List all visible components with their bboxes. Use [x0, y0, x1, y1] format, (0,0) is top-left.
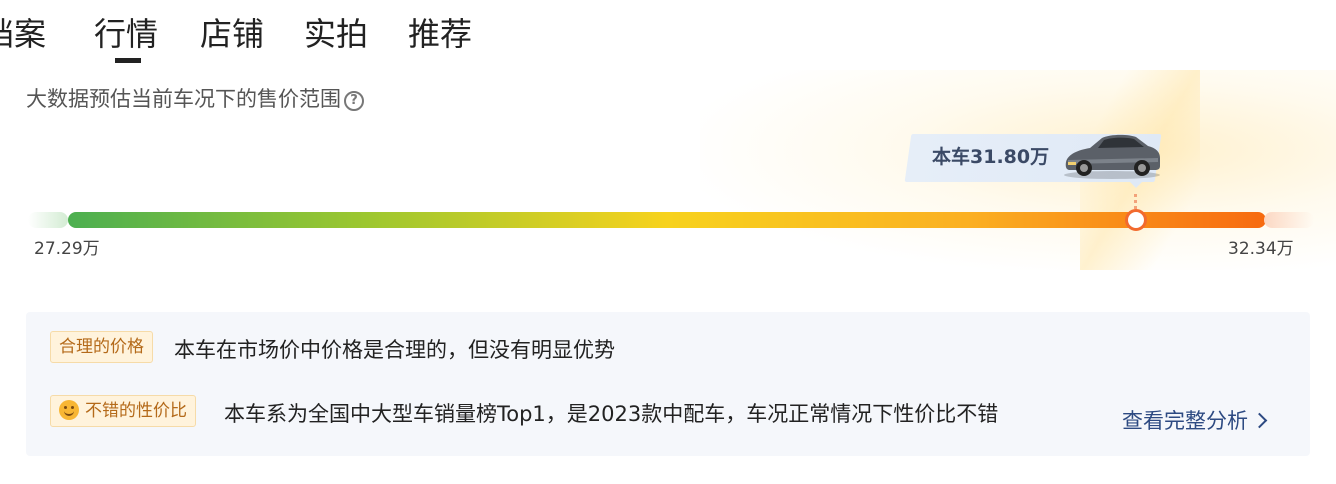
current-price-label: 本车31.80万: [932, 146, 1050, 168]
subtitle-text: 大数据预估当前车况下的售价范围: [26, 87, 341, 111]
active-tab-indicator: [115, 58, 141, 63]
analysis-text-price: 本车在市场价中价格是合理的，但没有明显优势: [174, 338, 615, 362]
car-image: [1064, 134, 1160, 179]
min-price-label: 27.29万: [34, 239, 100, 259]
tab-archive[interactable]: 档案: [0, 12, 46, 56]
price-tag-pointer: [1128, 180, 1144, 188]
tab-recommend[interactable]: 推荐: [408, 12, 472, 56]
question-circle-icon[interactable]: ?: [344, 91, 364, 111]
smile-icon: [59, 400, 79, 420]
max-price-label: 32.34万: [1228, 239, 1294, 259]
badge-good-value: 不错的性价比: [50, 395, 196, 427]
tab-store[interactable]: 店铺: [200, 12, 264, 56]
price-range-bar: [68, 212, 1266, 228]
badge-reasonable-price: 合理的价格: [50, 331, 153, 363]
tab-photos[interactable]: 实拍: [304, 12, 368, 56]
price-bar-fade-left: [28, 212, 68, 228]
price-range-subtitle: 大数据预估当前车况下的售价范围?: [26, 84, 364, 114]
marker-dotted-line: [1134, 194, 1137, 210]
tab-bar: 档案 行情 店铺 实拍 推荐: [0, 0, 1336, 70]
price-bar-fade-right: [1264, 212, 1314, 228]
view-full-analysis-link[interactable]: 查看完整分析: [1122, 404, 1268, 438]
badge-good-value-label: 不错的性价比: [85, 401, 187, 421]
current-price-marker: [1125, 209, 1147, 231]
chevron-right-icon: [1251, 412, 1268, 429]
tab-market[interactable]: 行情: [94, 12, 158, 56]
analysis-text-value: 本车系为全国中大型车销量榜Top1，是2023款中配车，车况正常情况下性价比不错: [224, 402, 999, 426]
view-full-analysis-label: 查看完整分析: [1122, 409, 1248, 433]
